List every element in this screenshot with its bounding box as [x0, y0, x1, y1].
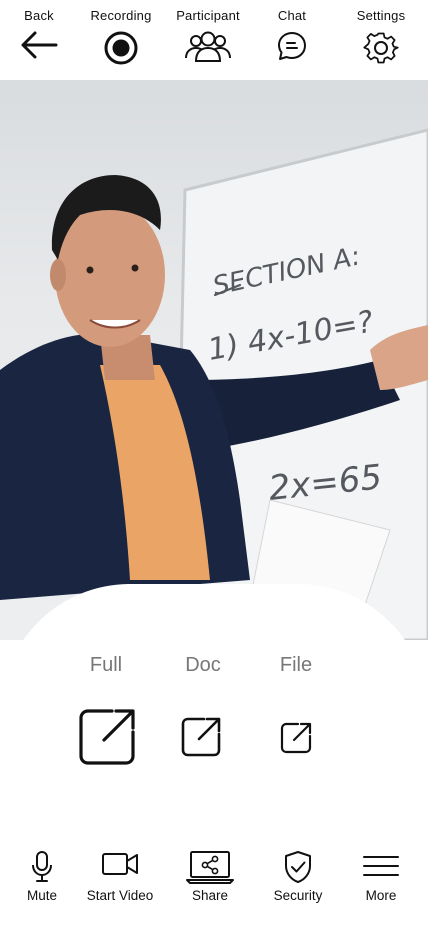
video-camera-icon [102, 853, 138, 875]
share-option-full[interactable]: Full [61, 654, 151, 677]
doc-label: Doc [185, 654, 221, 676]
settings-button[interactable]: Settings [338, 0, 424, 80]
recording-label: Recording [90, 8, 152, 23]
participants-icon [185, 31, 231, 62]
recording-button[interactable]: Recording [78, 0, 164, 80]
chat-icon [278, 32, 306, 60]
file-label: File [279, 654, 313, 676]
share-out-icon[interactable] [180, 716, 222, 758]
back-arrow-icon [21, 31, 58, 59]
full-label: Full [89, 654, 123, 676]
share-option-file[interactable]: File [251, 654, 341, 677]
mute-label: Mute [26, 888, 57, 903]
back-label: Back [24, 8, 54, 23]
security-label: Security [273, 888, 323, 903]
share-out-icon[interactable] [78, 708, 136, 766]
chat-button[interactable]: Chat [249, 0, 335, 80]
share-screen-icon [186, 851, 234, 884]
share-out-icon[interactable] [279, 721, 313, 755]
back-button[interactable]: Back [0, 0, 82, 80]
menu-icon [363, 856, 399, 876]
settings-label: Settings [356, 8, 406, 23]
start-video-label: Start Video [86, 888, 154, 903]
participant-button[interactable]: Participant [165, 0, 251, 80]
bottom-toolbar: Mute Start Video Share Security More [0, 846, 428, 926]
participant-label: Participant [176, 8, 240, 23]
video-feed[interactable]: SECTION A: 1) 4x-10=? 2x=65 [0, 80, 428, 640]
top-bar: Back Recording Participant Chat Settings [0, 0, 428, 80]
microphone-icon [32, 851, 52, 882]
shield-check-icon [285, 851, 311, 883]
chat-label: Chat [277, 8, 307, 23]
record-icon [104, 31, 138, 65]
video-frame: SECTION A: 1) 4x-10=? 2x=65 [0, 128, 428, 640]
share-label: Share [191, 888, 229, 903]
more-label: More [365, 888, 397, 903]
share-option-doc[interactable]: Doc [158, 654, 248, 677]
gear-icon [363, 32, 399, 64]
